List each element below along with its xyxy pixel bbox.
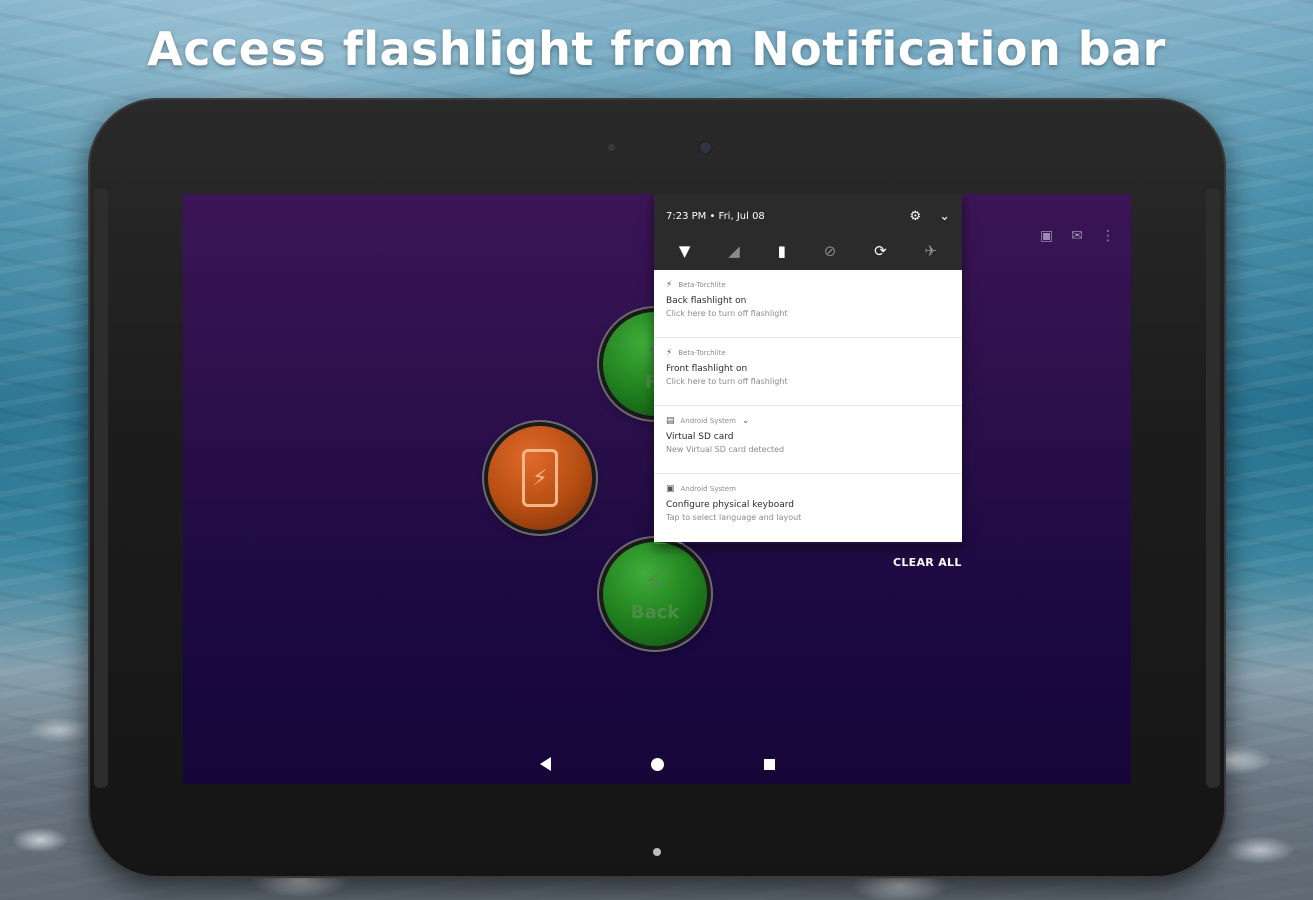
notification-body: Click here to turn off flashlight [666,309,788,318]
notification-title: Virtual SD card [666,432,734,442]
phone-bolt-icon: ⚡ [522,449,558,507]
navigation-bar [183,752,1131,776]
toggle-flashlight-button[interactable]: ⚡ [488,426,592,530]
notification-app: Android System [680,417,736,425]
airplane-mode-icon[interactable]: ✈ [924,242,937,260]
tablet-home-dot [653,848,661,856]
tablet-edge-right [1206,188,1220,788]
notification-body: Click here to turn off flashlight [666,377,788,386]
sd-card-icon: ▤ [666,416,675,426]
tablet-edge-left [94,188,108,788]
notification-item[interactable]: ▤ Android System ⌄ Virtual SD card New V… [654,406,962,474]
settings-icon[interactable]: ⚙ [909,209,921,224]
notification-app: Android System [680,485,736,493]
do-not-disturb-icon[interactable]: ⊘ [824,242,837,260]
shade-header: 7:23 PM • Fri, Jul 08 ⚙ ⌄ ▼ ◢ ▮ ⊘ ⟳ ✈ [654,194,962,270]
feedback-icon[interactable]: ▣ [1040,228,1053,244]
notification-app: Beta-Torchlite [678,281,726,289]
keyboard-icon: ▣ [666,484,675,494]
notification-header: ⚡ Beta-Torchlite [666,348,950,358]
chevron-down-icon[interactable]: ⌄ [939,209,950,224]
notification-body: New Virtual SD card detected [666,445,785,454]
status-time: 7:23 PM • Fri, Jul 08 [666,210,765,222]
notification-header: ⚡ Beta-Torchlite [666,280,950,290]
notification-item[interactable]: ▣ Android System Configure physical keyb… [654,474,962,542]
quick-settings-row: ▼ ◢ ▮ ⊘ ⟳ ✈ [654,226,962,260]
notification-body: Tap to select language and layout [666,513,802,522]
front-camera-icon [700,142,711,153]
headline: Access flashlight from Notification bar [147,22,1166,76]
notification-item[interactable]: ⚡ Beta-Torchlite Back flashlight on Clic… [654,270,962,338]
clear-all-button[interactable]: CLEAR ALL [893,556,962,569]
wifi-icon[interactable]: ▼ [679,242,691,260]
back-flashlight-label: Back [630,601,680,623]
back-flashlight-button[interactable]: ⚡ Back [603,542,707,646]
notification-app: Beta-Torchlite [678,349,726,357]
chevron-down-icon[interactable]: ⌄ [742,416,750,426]
notification-title: Front flashlight on [666,364,748,374]
notification-title: Back flashlight on [666,296,747,306]
mail-icon[interactable]: ✉ [1071,228,1083,244]
bolt-icon: ⚡ [666,280,673,290]
notification-item[interactable]: ⚡ Beta-Torchlite Front flashlight on Cli… [654,338,962,406]
sensor-icon [608,144,615,151]
battery-icon[interactable]: ▮ [778,242,786,260]
bolt-icon: ⚡ [643,562,667,603]
tablet-device: ▣ ✉ ⋮ ⚡ Fr ⚡ ⚡ Back CLEAR ALL 7:23 PM • … [88,98,1226,878]
cellular-icon[interactable]: ◢ [728,242,740,260]
auto-rotate-icon[interactable]: ⟳ [874,242,887,260]
status-row: 7:23 PM • Fri, Jul 08 ⚙ ⌄ [654,194,962,226]
home-icon[interactable] [650,757,664,771]
notification-header: ▤ Android System ⌄ [666,416,950,426]
bolt-icon: ⚡ [666,348,673,358]
recents-icon[interactable] [763,758,775,770]
notification-header: ▣ Android System [666,484,950,494]
status-icons: ⚙ ⌄ [909,209,950,224]
notification-shade: 7:23 PM • Fri, Jul 08 ⚙ ⌄ ▼ ◢ ▮ ⊘ ⟳ ✈ ⚡ … [654,194,962,544]
notification-title: Configure physical keyboard [666,500,794,510]
back-icon[interactable] [539,757,551,771]
app-action-bar: ▣ ✉ ⋮ [1040,228,1115,244]
more-vert-icon[interactable]: ⋮ [1101,228,1115,244]
tablet-screen: ▣ ✉ ⋮ ⚡ Fr ⚡ ⚡ Back CLEAR ALL 7:23 PM • … [183,194,1131,784]
